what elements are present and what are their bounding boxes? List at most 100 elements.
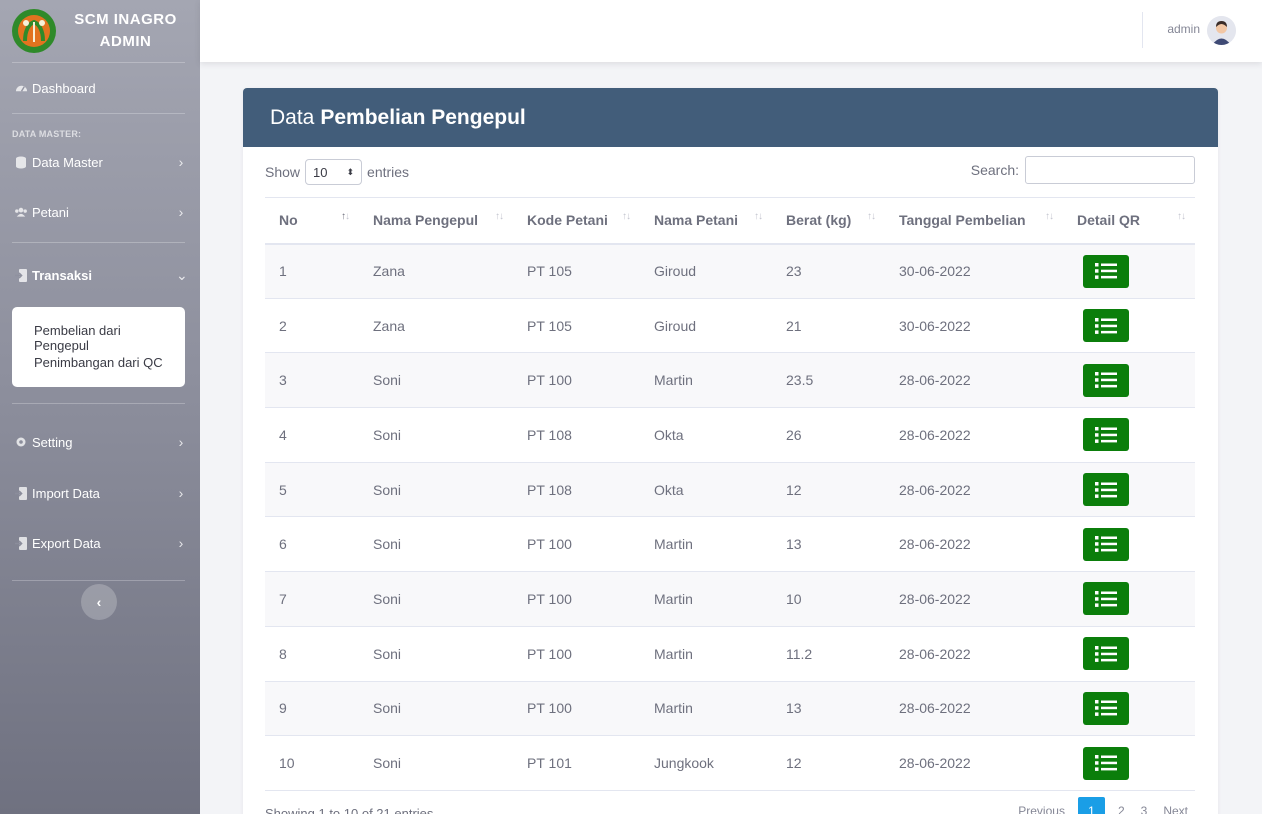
chevron-down-icon: ⌄ (176, 266, 188, 283)
table-cell: 13 (772, 681, 885, 737)
table-cell: 2 (265, 298, 359, 354)
sidebar-item-dashboard[interactable]: Dashboard (0, 63, 200, 113)
sort-icon: ↑↓ (867, 211, 876, 222)
page-title-bold: Pembelian Pengepul (320, 105, 526, 129)
table-cell: 11.2 (772, 626, 885, 682)
table-row: 2 Zana PT 105 Giroud 21 30-06-2022 (265, 298, 1195, 354)
list-icon (1095, 263, 1117, 279)
sidebar-item-export-data[interactable]: Export Data › (0, 506, 200, 580)
detail-qr-button[interactable] (1083, 254, 1129, 288)
table-cell: PT 100 (513, 352, 640, 409)
search-label: Search: (970, 162, 1019, 178)
table-cell-detail-qr (1063, 626, 1195, 682)
table-cell: 28-06-2022 (885, 462, 1063, 518)
table-cell: Soni (359, 352, 513, 409)
table-cell: PT 108 (513, 407, 640, 463)
database-icon (14, 155, 28, 169)
column-header-berat[interactable]: Berat (kg) ↑↓ (772, 197, 885, 245)
table-cell-detail-qr (1063, 735, 1195, 791)
list-icon (1095, 536, 1117, 553)
brand[interactable]: SCM INAGRO ADMIN (0, 0, 200, 62)
list-icon (1095, 481, 1117, 498)
sidebar-toggle-button[interactable]: ‹ (81, 584, 117, 620)
detail-qr-button[interactable] (1083, 418, 1129, 452)
detail-qr-button[interactable] (1083, 527, 1129, 561)
table-cell: Martin (640, 571, 772, 627)
table-cell-detail-qr (1063, 352, 1195, 409)
sidebar-item-petani[interactable]: Petani › (0, 182, 200, 242)
avatar[interactable] (1207, 16, 1236, 45)
gear-icon (14, 435, 28, 449)
search-input[interactable] (1025, 156, 1195, 184)
sidebar-item-label: Dashboard (32, 80, 96, 96)
pagination-next[interactable]: Next (1155, 797, 1196, 814)
column-header-tanggal-pembelian[interactable]: Tanggal Pembelian ↑↓ (885, 197, 1063, 245)
entries-select[interactable]: 10 ⬍ (305, 159, 363, 185)
table-row: 8 Soni PT 100 Martin 11.2 28-06-2022 (265, 626, 1195, 682)
column-header-detail-qr[interactable]: Detail QR ↑↓ (1063, 197, 1195, 245)
sort-icon: ↑↓ (754, 211, 763, 222)
table-cell: 23 (772, 243, 885, 299)
table-cell: PT 100 (513, 571, 640, 627)
table-cell: 4 (265, 407, 359, 463)
user-name[interactable]: admin (1167, 22, 1200, 36)
table-cell-detail-qr (1063, 298, 1195, 354)
table-cell-detail-qr (1063, 243, 1195, 299)
pagination-previous[interactable]: Previous (1010, 797, 1073, 814)
table-row: 9 Soni PT 100 Martin 13 28-06-2022 (265, 681, 1195, 737)
detail-qr-button[interactable] (1083, 691, 1129, 725)
sidebar-item-import-data[interactable]: Import Data › (0, 480, 200, 506)
sidebar-item-data-master[interactable]: Data Master › (0, 142, 200, 182)
table-cell: Giroud (640, 243, 772, 299)
column-header-kode-petani[interactable]: Kode Petani ↑↓ (513, 197, 640, 245)
transaksi-submenu: Pembelian dari Pengepul Penimbangan dari… (12, 307, 185, 387)
table-cell: PT 105 (513, 243, 640, 299)
table-cell: PT 105 (513, 298, 640, 354)
detail-qr-button[interactable] (1083, 746, 1129, 780)
pagination-page-2[interactable]: 2 (1110, 797, 1133, 814)
brand-name: SCM INAGRO ADMIN (74, 11, 177, 50)
table-cell: PT 100 (513, 516, 640, 573)
list-icon (1095, 645, 1117, 662)
list-icon (1095, 700, 1117, 717)
sort-icon: ↑↓ (1177, 211, 1186, 222)
table-info: Showing 1 to 10 of 21 entries (265, 806, 434, 814)
list-icon (1095, 372, 1117, 389)
file-import-icon (14, 268, 28, 282)
table-row: 7 Soni PT 100 Martin 10 28-06-2022 (265, 571, 1195, 627)
table-cell: PT 101 (513, 735, 640, 791)
column-header-nama-pengepul[interactable]: Nama Pengepul ↑↓ (359, 197, 513, 245)
chevron-right-icon: › (178, 154, 184, 170)
column-header-no[interactable]: No ↑↓ (265, 197, 359, 245)
table-row: 3 Soni PT 100 Martin 23.5 28-06-2022 (265, 352, 1195, 409)
table-controls: Show 10 ⬍ entries Search: (243, 147, 1218, 197)
detail-qr-button[interactable] (1083, 637, 1129, 671)
detail-qr-button[interactable] (1083, 582, 1129, 616)
table-cell: 30-06-2022 (885, 298, 1063, 354)
table-row: 6 Soni PT 100 Martin 13 28-06-2022 (265, 516, 1195, 573)
table-cell: PT 100 (513, 681, 640, 737)
chevron-right-icon: › (178, 204, 184, 220)
sidebar-divider (12, 580, 185, 581)
chevron-right-icon: › (178, 485, 184, 501)
table-cell-detail-qr (1063, 407, 1195, 463)
pagination-page-3[interactable]: 3 (1133, 797, 1156, 814)
detail-qr-button[interactable] (1083, 309, 1129, 343)
column-header-nama-petani[interactable]: Nama Petani ↑↓ (640, 197, 772, 245)
detail-qr-button[interactable] (1083, 363, 1129, 397)
sidebar-item-transaksi[interactable]: Transaksi ⌄ (0, 243, 200, 307)
sidebar-item-label: Petani (32, 204, 69, 220)
table-cell: Okta (640, 407, 772, 463)
table-cell: Martin (640, 516, 772, 573)
table-cell: PT 100 (513, 626, 640, 682)
table-cell: 28-06-2022 (885, 681, 1063, 737)
list-icon (1095, 590, 1117, 607)
brand-logo (12, 9, 56, 53)
submenu-item-pembelian[interactable]: Pembelian dari Pengepul (12, 315, 185, 353)
sidebar-item-setting[interactable]: Setting › (0, 404, 200, 480)
table-cell: 12 (772, 462, 885, 518)
table-cell: 28-06-2022 (885, 352, 1063, 409)
sort-icon: ↑↓ (341, 211, 350, 222)
detail-qr-button[interactable] (1083, 473, 1129, 507)
pagination-page-1[interactable]: 1 (1077, 797, 1105, 814)
